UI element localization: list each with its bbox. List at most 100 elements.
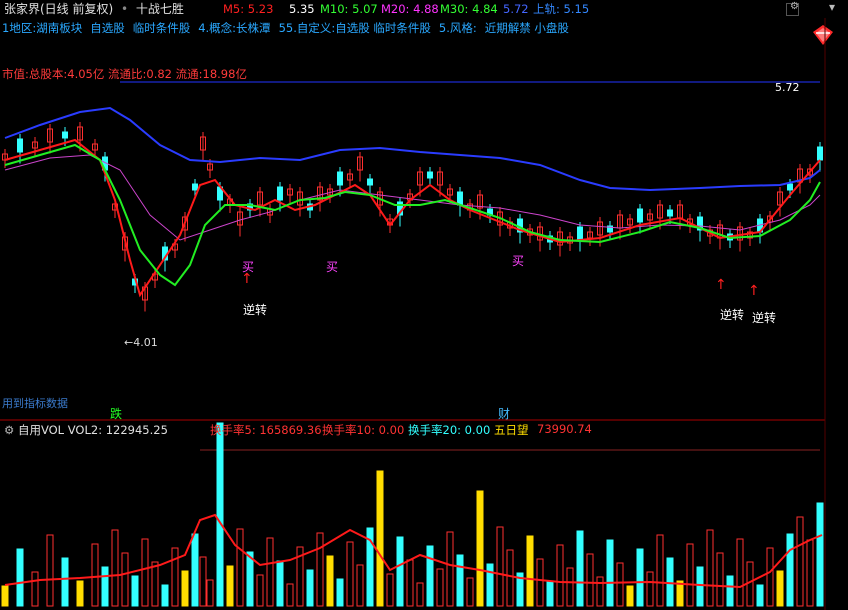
ma10-line	[4, 143, 821, 287]
candle-body	[787, 183, 793, 191]
volume-bar	[456, 554, 464, 607]
volume-header: ⚙ 自用VOL VOL2: 122945.25	[4, 422, 168, 438]
candle-body	[367, 178, 373, 186]
volume-bar	[111, 529, 119, 607]
reverse-label-2: 逆转	[720, 308, 745, 322]
candle-body	[277, 186, 283, 201]
fortune-label: 财	[498, 407, 511, 421]
five-day-label: 五日望	[494, 423, 529, 437]
volume-bar	[656, 534, 664, 607]
volume-bar	[376, 470, 384, 607]
up-arrow-icon: ↑	[715, 277, 727, 293]
vol2-value: VOL2: 122945.25	[67, 423, 168, 437]
drop-label: 跌	[110, 407, 123, 421]
volume-bar	[226, 565, 234, 607]
volume-bar	[526, 535, 534, 607]
low-price-label: ←4.01	[124, 336, 158, 349]
volume-bar	[766, 547, 774, 607]
volume-bar	[316, 532, 324, 607]
volume-bar	[636, 548, 644, 607]
volume-bar	[606, 539, 614, 607]
volume-bar	[246, 551, 254, 607]
ma-lines	[4, 106, 821, 298]
volume-bar	[61, 557, 69, 607]
volume-bar	[696, 566, 704, 607]
volume-bar	[346, 541, 354, 607]
volume-bar	[506, 549, 514, 607]
volume-bar	[161, 584, 169, 607]
buy-marker-3: 买	[512, 254, 525, 268]
volume-bar	[626, 585, 634, 607]
volume-bar	[566, 567, 574, 607]
candle-body	[337, 171, 343, 186]
volume-bar	[356, 564, 364, 607]
volume-bar	[556, 544, 564, 607]
volume-bar	[326, 555, 334, 607]
volume-bar	[151, 561, 159, 607]
up-arrow-icon: ↑	[241, 271, 253, 287]
volume-bar	[786, 533, 794, 607]
volume-bar	[46, 534, 54, 607]
candlestick-chart[interactable]	[0, 0, 848, 610]
volume-bar	[1, 585, 9, 607]
high-price-label: 5.72	[775, 81, 800, 94]
volume-bar	[306, 569, 314, 607]
candle-body	[667, 209, 673, 217]
volume-bar	[806, 539, 814, 607]
candle-body	[637, 208, 643, 223]
reverse-label-1: 逆转	[243, 303, 268, 317]
volume-bar	[276, 560, 284, 607]
volume-label[interactable]: 自用VOL	[18, 423, 64, 437]
candle-body	[192, 183, 198, 191]
volume-bar	[256, 574, 264, 607]
reverse-label-3: 逆转	[752, 311, 777, 325]
volume-bar	[406, 559, 414, 607]
volume-bar	[596, 576, 604, 607]
candle-body	[817, 146, 823, 161]
volume-bar	[101, 566, 109, 607]
turnover10: 换手率10: 0.00	[322, 423, 405, 437]
volume-bar	[206, 579, 214, 607]
five-day-value: 73990.74	[537, 422, 592, 436]
volume-bar	[706, 529, 714, 607]
bollinger-upper-line	[4, 106, 821, 192]
volume-bar	[416, 582, 424, 607]
volume-bar	[286, 583, 294, 607]
buy-marker-2: 买	[326, 260, 339, 274]
volume-bar	[546, 581, 554, 607]
volume-bar	[496, 526, 504, 607]
candle-body	[427, 171, 433, 179]
volume-bar	[736, 538, 744, 607]
volume-bar	[199, 556, 207, 607]
volume-bar	[266, 537, 274, 607]
volume-bar	[646, 571, 654, 607]
volume-bar	[536, 558, 544, 607]
volume-bar	[141, 538, 149, 607]
up-arrow-icon: ↑	[748, 283, 760, 299]
volume-bar	[16, 548, 24, 607]
volume-bar	[686, 543, 694, 607]
volume-bar	[816, 502, 824, 607]
volume-bar	[446, 531, 454, 607]
volume-bar	[336, 578, 344, 607]
volume-bar	[486, 563, 494, 607]
volume-bar	[396, 536, 404, 607]
volume-bar	[716, 552, 724, 607]
turnover5: 换手率5: 165869.36	[210, 423, 322, 437]
candle-body	[17, 138, 23, 153]
volume-bar	[121, 552, 129, 607]
volume-bar	[616, 562, 624, 607]
candle-body	[577, 226, 583, 241]
volume-bar	[436, 568, 444, 607]
volume-bar	[236, 528, 244, 607]
volume-bar	[386, 573, 394, 607]
volume-bar	[91, 543, 99, 607]
volume-indicator-icon[interactable]: ⚙	[4, 423, 14, 437]
volume-bar	[131, 575, 139, 607]
volume-bar	[171, 547, 179, 607]
volume-bar	[776, 570, 784, 607]
volume-bar	[756, 584, 764, 607]
candle-body	[62, 131, 68, 139]
volume-bar	[586, 553, 594, 607]
volume-bar	[796, 516, 804, 607]
